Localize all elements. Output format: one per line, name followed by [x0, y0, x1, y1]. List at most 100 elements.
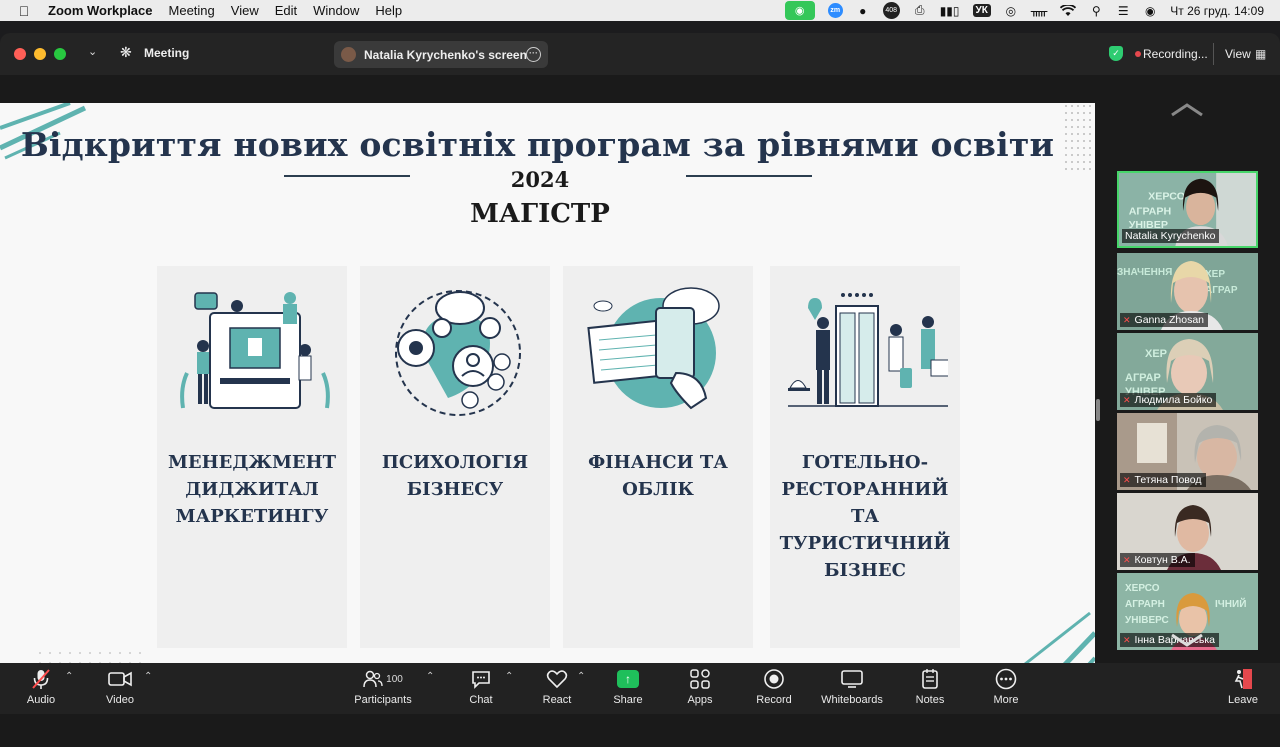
menu-edit[interactable]: Edit [275, 3, 297, 18]
grammar-app-icon[interactable]: ● [856, 4, 870, 18]
program-title: ФІНАНСИ ТА ОБЛІК [588, 452, 728, 500]
more-label: More [993, 694, 1019, 706]
macos-menu-bar:  Zoom Workplace Meeting View Edit Windo… [0, 0, 1280, 21]
participant-video-tile[interactable]: ЗНАЧЕННЯ ХЕР АГРАР ✕ Ganna Zhosan [1117, 253, 1258, 330]
participant-name-tag: Natalia Kyrychenko [1122, 229, 1220, 243]
notes-button[interactable]: Notes [912, 667, 948, 706]
control-center-icon[interactable]: ☰ [1116, 4, 1130, 18]
program-title: ГОТЕЛЬНО-РЕСТОРАННИЙ ТА ТУРИСТИЧНИЙ БІЗН… [779, 452, 951, 581]
video-button[interactable]: Video [100, 667, 140, 706]
participant-name-tag: ✕ Тетяна Повод [1120, 473, 1206, 487]
chat-button[interactable]: Chat [462, 667, 500, 706]
hospitality-tourism-illustration [788, 293, 948, 407]
meeting-label[interactable]: Meeting [144, 46, 189, 60]
apple-icon[interactable]:  [10, 3, 38, 19]
participants-icon: 100 [348, 667, 418, 691]
program-title: ПСИХОЛОГІЯ БІЗНЕСУ [381, 452, 529, 500]
whiteboards-label: Whiteboards [821, 694, 883, 706]
menu-help[interactable]: Help [375, 3, 402, 18]
notification-badge-icon[interactable]: 408 [882, 2, 900, 19]
airplay-icon[interactable]: ◎ [1004, 4, 1018, 18]
svg-text:ЗНАЧЕННЯ: ЗНАЧЕННЯ [1117, 267, 1172, 278]
svg-text:ХЕР: ХЕР [1145, 348, 1167, 360]
react-button[interactable]: React [538, 667, 576, 706]
participant-video-tile[interactable]: ХЕРСО АГРАРН УНІВЕР Natalia Kyrychenko [1117, 171, 1258, 248]
record-button[interactable]: Record [752, 667, 796, 706]
meeting-info-icon[interactable]: ❋ [120, 44, 132, 61]
react-options-chevron-icon[interactable]: ⌃ [577, 671, 585, 682]
window-titlebar: ⌄ ❋ Meeting Natalia Kyrychenko's screen … [0, 33, 1280, 75]
menu-view[interactable]: View [231, 3, 259, 18]
whiteboards-button[interactable]: Whiteboards [818, 667, 886, 706]
more-options-icon[interactable]: ··· [526, 47, 541, 62]
menu-clock[interactable]: Чт 26 груд. 14:09 [1170, 4, 1264, 18]
svg-text:ХЕРСО: ХЕРСО [1148, 191, 1185, 203]
share-icon-wrapper: ↑ [608, 667, 648, 691]
program-card-digital-marketing: МЕНЕДЖМЕНТ ДИДЖИТАЛ МАРКЕТИНГУ [157, 266, 347, 648]
search-icon[interactable]: ⚲ [1089, 4, 1103, 18]
participant-video-tile[interactable]: ✕ Тетяна Повод [1117, 413, 1258, 490]
more-button[interactable]: More [988, 667, 1024, 706]
participant-name: Ковтун В.А. [1134, 554, 1191, 566]
divider [1213, 43, 1214, 65]
scroll-up-chevron-icon[interactable] [1170, 103, 1204, 117]
avatar [341, 47, 356, 62]
menu-app-name[interactable]: Zoom Workplace [48, 3, 153, 18]
zoom-window: ⌄ ❋ Meeting Natalia Kyrychenko's screen … [0, 33, 1280, 747]
participants-count: 100 [386, 673, 403, 685]
bluetooth-icon[interactable]: ᚅ [1031, 4, 1047, 18]
grid-view-icon[interactable]: ▦ [1255, 47, 1266, 61]
menu-meeting[interactable]: Meeting [169, 3, 215, 18]
divider [686, 175, 812, 177]
apps-button[interactable]: Apps [682, 667, 718, 706]
chevron-down-icon[interactable]: ⌄ [88, 45, 97, 58]
audio-button[interactable]: Audio [20, 667, 62, 706]
share-label: Share [613, 694, 643, 706]
participant-name-tag: ✕ Ganna Zhosan [1120, 313, 1209, 327]
view-button[interactable]: View [1225, 47, 1251, 61]
participants-options-chevron-icon[interactable]: ⌃ [426, 671, 434, 682]
share-button[interactable]: ↑ Share [608, 667, 648, 706]
video-label: Video [106, 694, 134, 706]
svg-text:АГРАР: АГРАР [1125, 372, 1161, 384]
leave-button[interactable]: Leave [1224, 667, 1262, 706]
meeting-toolbar: Audio ⌃ Video ⌃ 100 Participants ⌃ Chat … [0, 663, 1280, 714]
shared-screen-slide: Відкриття нових освітніх програм за рівн… [0, 103, 1095, 696]
participant-video-tile[interactable]: ✕ Ковтун В.А. [1117, 493, 1258, 570]
encryption-shield-icon[interactable]: ✓ [1109, 46, 1123, 61]
chat-label: Chat [469, 694, 493, 706]
record-label: Record [756, 694, 792, 706]
zoom-window-button[interactable] [54, 48, 66, 60]
printer-icon[interactable]: ⎙ [913, 3, 927, 18]
minimize-window-button[interactable] [34, 48, 46, 60]
input-language-indicator[interactable]: УК [972, 4, 991, 17]
muted-mic-icon: ✕ [1123, 314, 1131, 325]
zoom-status-icon[interactable]: zm [827, 3, 843, 18]
menu-window[interactable]: Window [313, 3, 359, 18]
audio-options-chevron-icon[interactable]: ⌃ [65, 671, 73, 682]
panel-resize-handle[interactable] [1096, 399, 1100, 421]
screen-share-indicator[interactable]: Natalia Kyrychenko's screen ··· [334, 41, 548, 68]
slide-year: 2024 [510, 167, 570, 192]
participant-name: Людмила Бойко [1134, 394, 1213, 406]
program-card-hospitality-tourism: ГОТЕЛЬНО-РЕСТОРАННИЙ ТА ТУРИСТИЧНИЙ БІЗН… [770, 266, 960, 648]
recording-label[interactable]: Recording... [1143, 47, 1208, 61]
battery-icon[interactable]: ▮▮▯ [940, 4, 960, 18]
camera-in-use-icon[interactable]: ◉ [784, 1, 815, 20]
participants-button[interactable]: 100 Participants [348, 667, 418, 706]
chat-options-chevron-icon[interactable]: ⌃ [505, 671, 513, 682]
program-title: МЕНЕДЖМЕНТ ДИДЖИТАЛ МАРКЕТИНГУ [167, 452, 337, 527]
more-dots-icon [988, 667, 1024, 691]
divider [284, 175, 410, 177]
participants-label: Participants [354, 694, 412, 706]
video-options-chevron-icon[interactable]: ⌃ [144, 671, 152, 682]
svg-text:ХЕРСО: ХЕРСО [1125, 583, 1160, 594]
scroll-down-chevron-icon[interactable] [1170, 633, 1204, 647]
apps-grid-icon [682, 667, 718, 691]
wifi-icon[interactable] [1060, 4, 1077, 17]
siri-icon[interactable]: ◉ [1143, 4, 1157, 18]
participant-video-tile[interactable]: ХЕР АГРАР УНІВЕР ✕ Людмила Бойко [1117, 333, 1258, 410]
close-window-button[interactable] [14, 48, 26, 60]
svg-text:УНІВЕРС: УНІВЕРС [1125, 615, 1169, 626]
business-psychology-illustration [395, 290, 521, 416]
